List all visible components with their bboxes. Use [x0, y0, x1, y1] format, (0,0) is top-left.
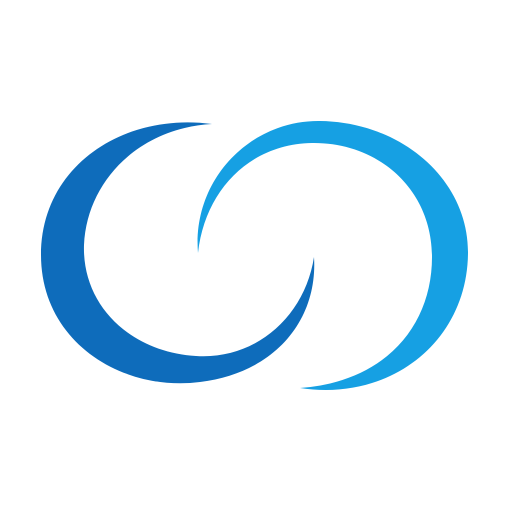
infinity-logo-icon	[0, 0, 512, 512]
logo-canvas	[0, 0, 512, 512]
